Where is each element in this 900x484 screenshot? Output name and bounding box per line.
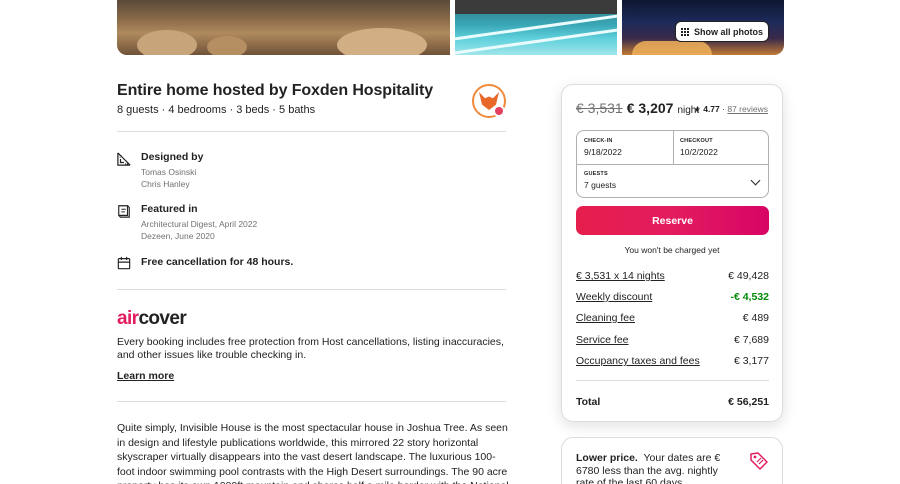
section-divider — [117, 289, 506, 290]
listing-title: Entire home hosted by Foxden Hospitality — [117, 82, 434, 99]
highlight-line: Chris Hanley — [141, 179, 190, 189]
design-icon — [117, 152, 131, 166]
reserve-button[interactable]: Reserve — [576, 206, 769, 235]
rating-value: 4.77 — [703, 104, 720, 114]
fee-row: Cleaning fee € 489 — [576, 312, 769, 324]
original-price: € 3,531 — [576, 100, 623, 116]
aircover-logo-air: air — [117, 308, 139, 329]
superhost-badge-icon — [493, 105, 505, 117]
aircover-logo-cover: cover — [138, 308, 187, 329]
lower-price-card: Lower price. Your dates are € 6780 less … — [561, 437, 783, 484]
show-all-photos-button[interactable]: Show all photos — [675, 21, 769, 42]
calendar-icon — [117, 256, 131, 270]
fee-amount: € 489 — [742, 312, 769, 324]
fee-label-weekly-discount[interactable]: Weekly discount — [576, 291, 652, 303]
fee-amount-discount: -€ 4,532 — [730, 291, 769, 303]
listing-subtitle: 8 guests · 4 bedrooms · 3 beds · 5 baths — [117, 104, 316, 116]
fee-row: Service fee € 7,689 — [576, 334, 769, 346]
fee-amount: € 49,428 — [728, 270, 769, 282]
booking-card: € 3,531 € 3,207 night ★ 4.77 · 87 review… — [561, 84, 783, 422]
price-tag-icon — [750, 452, 768, 470]
no-charge-note: You won't be charged yet — [624, 245, 720, 255]
section-divider — [117, 131, 506, 132]
fee-row: Weekly discount -€ 4,532 — [576, 291, 769, 303]
house-glow-shape — [632, 41, 712, 55]
show-all-photos-label: Show all photos — [694, 26, 763, 37]
listing-photo-desert[interactable] — [117, 0, 450, 55]
total-row: Total € 56,251 — [576, 396, 769, 408]
fee-amount: € 7,689 — [733, 334, 769, 346]
fee-label-cleaning[interactable]: Cleaning fee — [576, 312, 635, 324]
fee-row: € 3,531 x 14 nights € 49,428 — [576, 270, 769, 282]
host-avatar[interactable] — [472, 84, 506, 118]
guests-value: 7 guests — [584, 180, 617, 190]
aircover-description: Every booking includes free protection f… — [117, 336, 504, 361]
highlight-line: Dezeen, June 2020 — [141, 231, 215, 241]
highlight-line: Architectural Digest, April 2022 — [141, 219, 258, 229]
card-divider — [576, 380, 769, 381]
highlight-title-cancellation: Free cancellation for 48 hours. — [141, 256, 294, 268]
guests-label: GUESTS — [584, 171, 608, 177]
rock-shape — [207, 36, 247, 55]
current-price: € 3,207 — [626, 100, 674, 116]
lower-price-title: Lower price. — [576, 452, 638, 464]
book-icon — [118, 205, 130, 218]
rating-separator: · — [722, 104, 725, 114]
fee-label-occupancy[interactable]: Occupancy taxes and fees — [576, 355, 700, 367]
fee-label-nights[interactable]: € 3,531 x 14 nights — [576, 270, 665, 282]
aircover-logo: aircover — [117, 308, 187, 330]
rock-shape — [137, 30, 197, 55]
learn-more-link[interactable]: Learn more — [117, 370, 174, 382]
checkout-field[interactable]: CHECKOUT 10/2/2022 — [674, 131, 770, 164]
checkin-label: CHECK-IN — [584, 138, 613, 144]
reviews-link[interactable]: 87 reviews — [727, 104, 768, 114]
highlight-title-designed: Designed by — [141, 151, 204, 163]
date-guest-picker: CHECK-IN 9/18/2022 CHECKOUT 10/2/2022 GU… — [576, 130, 769, 198]
highlight-line: Tomas Osinski — [141, 167, 197, 177]
price-row: € 3,531 € 3,207 night — [576, 100, 699, 116]
rock-shape — [337, 28, 427, 55]
listing-photo-pool[interactable] — [455, 0, 617, 55]
fee-amount: € 3,177 — [733, 355, 769, 367]
pool-lane-shape — [455, 27, 617, 55]
checkin-field[interactable]: CHECK-IN 9/18/2022 — [577, 131, 673, 164]
fee-label-service[interactable]: Service fee — [576, 334, 629, 346]
grid-icon — [681, 27, 689, 36]
section-divider — [117, 401, 506, 402]
rating-summary: ★ 4.77 · 87 reviews — [694, 104, 768, 114]
fee-row: Occupancy taxes and fees € 3,177 — [576, 355, 769, 367]
pool-deck-shape — [455, 0, 617, 14]
pool-lane-shape — [455, 13, 617, 42]
guests-dropdown[interactable]: GUESTS 7 guests — [577, 165, 768, 199]
checkin-value: 9/18/2022 — [584, 147, 622, 157]
checkout-label: CHECKOUT — [680, 138, 713, 144]
total-amount: € 56,251 — [728, 396, 769, 408]
highlight-title-featured: Featured in — [141, 203, 198, 215]
listing-description: Quite simply, Invisible House is the mos… — [117, 422, 509, 484]
total-label: Total — [576, 396, 601, 408]
star-icon: ★ — [693, 105, 701, 114]
checkout-value: 10/2/2022 — [680, 147, 718, 157]
lower-price-message: Lower price. Your dates are € 6780 less … — [576, 452, 736, 484]
